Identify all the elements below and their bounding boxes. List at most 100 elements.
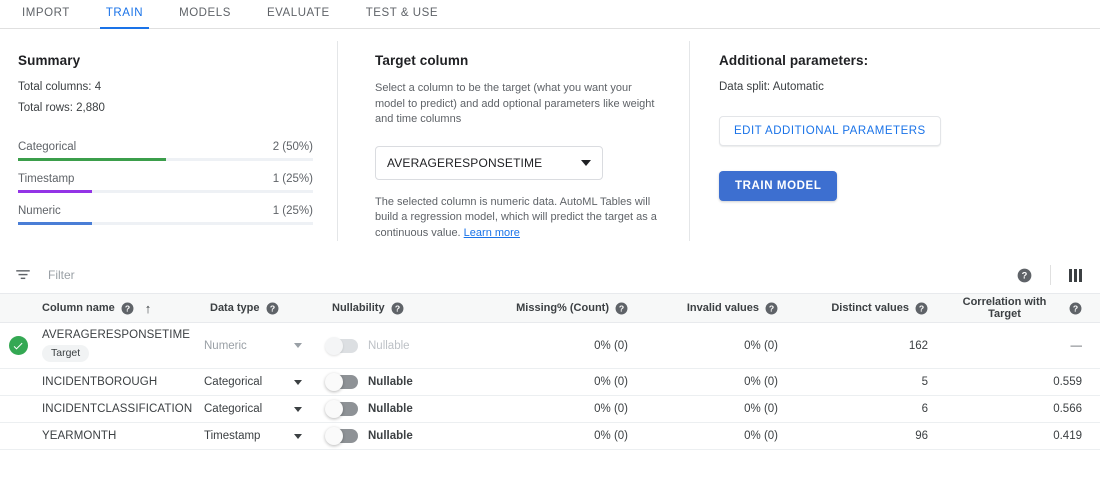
edit-additional-parameters-button[interactable]: EDIT ADDITIONAL PARAMETERS [719, 116, 941, 146]
cell-nullability[interactable]: Nullable [325, 368, 486, 396]
row-target-indicator-cell [0, 422, 36, 450]
table-header-column-name[interactable]: Column name? ↑ [36, 293, 204, 323]
column-type-bars: Categorical 2 (50%) Timestamp 1 (25%) Numeri… [18, 141, 313, 225]
cell-invalid-values-value: 0% (0) [744, 430, 778, 442]
cell-correlation-value: 0.419 [1053, 430, 1082, 442]
tab-evaluate[interactable]: EVALUATE [249, 0, 348, 28]
train-model-button[interactable]: TRAIN MODEL [719, 171, 838, 201]
table-row[interactable]: YEARMONTH Timestamp Nullable 0% (0) 0% (0) 96… [0, 422, 1100, 450]
data-type-value: Categorical [204, 376, 263, 388]
chevron-down-icon[interactable] [294, 343, 302, 348]
chevron-down-icon[interactable] [294, 379, 302, 385]
tab-test-use[interactable]: TEST & USE [348, 0, 456, 28]
columns-table: Column name? ↑ Data type? Nullability? Missi… [0, 293, 1100, 450]
bar-fill [18, 158, 166, 161]
tab-import[interactable]: IMPORT [4, 0, 88, 28]
learn-more-link[interactable]: Learn more [464, 227, 520, 239]
columns-icon[interactable] [1069, 268, 1082, 282]
svg-text:?: ? [1022, 270, 1028, 280]
help-icon[interactable]: ? [391, 302, 404, 315]
toggle-knob [325, 427, 343, 445]
chevron-down-icon[interactable] [294, 433, 302, 439]
bar-fill [18, 190, 92, 193]
tab-train[interactable]: TRAIN [88, 0, 161, 29]
help-icon[interactable]: ? [765, 302, 778, 315]
bar-label: Categorical [18, 141, 77, 153]
cell-data-type[interactable]: Categorical [204, 395, 326, 423]
table-header-distinct-values[interactable]: Distinct values? [796, 293, 946, 323]
cell-missing-value: 0% (0) [594, 403, 628, 415]
cell-nullability[interactable]: Nullable [325, 395, 486, 423]
cell-invalid-values: 0% (0) [646, 368, 796, 396]
help-icon[interactable]: ? [915, 302, 928, 315]
column-type-bar: Timestamp 1 (25%) [18, 173, 313, 193]
cell-distinct-values-value: 5 [921, 376, 928, 388]
top-panels: Summary Total columns: 4 Total rows: 2,8… [0, 29, 1100, 241]
cell-distinct-values: 96 [796, 422, 946, 450]
help-icon[interactable]: ? [1069, 302, 1082, 315]
nullable-label: Nullable [368, 430, 413, 442]
cell-correlation: 0.559 [946, 368, 1100, 396]
column-type-bar: Categorical 2 (50%) [18, 141, 313, 161]
cell-correlation: — [946, 322, 1100, 369]
table-header-invalid-values[interactable]: Invalid values? [646, 293, 796, 323]
cell-nullability[interactable]: Nullable [325, 322, 486, 369]
table-row[interactable]: INCIDENTBOROUGH Categorical Nullable 0% (0)… [0, 368, 1100, 396]
data-type-value: Numeric [204, 339, 247, 352]
column-name-text: AVERAGERESPONSETIME [42, 329, 191, 341]
nullable-label: Nullable [368, 403, 413, 415]
additional-parameters-panel: Additional parameters: Data split: Autom… [690, 41, 1100, 241]
cell-missing: 0% (0) [486, 322, 646, 369]
table-header-nullability[interactable]: Nullability? [326, 293, 486, 323]
table-row[interactable]: AVERAGERESPONSETIME Target Numeric Nullable… [0, 322, 1100, 369]
filter-input[interactable]: Filter [48, 268, 1017, 282]
cell-distinct-values-value: 96 [915, 430, 928, 442]
bar-track [18, 222, 313, 225]
cell-correlation-value: 0.559 [1053, 376, 1082, 388]
cell-distinct-values: 5 [796, 368, 946, 396]
svg-text:?: ? [269, 303, 274, 313]
cell-column-name: AVERAGERESPONSETIME Target [36, 322, 204, 369]
target-column-select[interactable]: AVERAGERESPONSETIME [375, 145, 603, 180]
cell-data-type[interactable]: Categorical [204, 368, 326, 396]
cell-data-type[interactable]: Numeric [204, 322, 326, 369]
chevron-down-icon[interactable] [294, 406, 302, 412]
cell-missing-value: 0% (0) [594, 430, 628, 442]
cell-distinct-values: 162 [796, 322, 946, 369]
nullable-toggle[interactable] [325, 373, 358, 391]
column-name-text: INCIDENTBOROUGH [42, 376, 158, 388]
toolbar-divider [1050, 265, 1051, 285]
table-header-missing-count[interactable]: Missing% (Count)? [486, 293, 646, 323]
help-icon[interactable]: ? [1017, 268, 1032, 283]
table-header-data-type[interactable]: Data type? [204, 293, 326, 323]
cell-column-name: YEARMONTH [36, 422, 204, 450]
cell-missing: 0% (0) [486, 368, 646, 396]
cell-data-type[interactable]: Timestamp [204, 422, 326, 450]
svg-text:?: ? [125, 303, 130, 313]
help-icon[interactable]: ? [121, 302, 134, 315]
cell-nullability[interactable]: Nullable [325, 422, 486, 450]
cell-invalid-values: 0% (0) [646, 395, 796, 423]
svg-text:?: ? [769, 303, 774, 313]
filter-icon[interactable] [14, 266, 32, 284]
table-row[interactable]: INCIDENTCLASSIFICATION Categorical Nullabl… [0, 395, 1100, 423]
nullable-toggle[interactable] [325, 427, 358, 445]
cell-missing: 0% (0) [486, 395, 646, 423]
table-header-label: Data type [210, 302, 260, 314]
table-header-correlation-with-target[interactable]: Correlation with Target? [946, 293, 1100, 323]
nullable-toggle [325, 336, 358, 355]
nullable-toggle[interactable] [325, 400, 358, 418]
svg-text:?: ? [1073, 303, 1078, 313]
data-split-value: Data split: Automatic [719, 81, 824, 93]
help-icon[interactable]: ? [615, 302, 628, 315]
cell-distinct-values: 6 [796, 395, 946, 423]
tab-models[interactable]: MODELS [161, 0, 249, 28]
nullable-label: Nullable [368, 339, 410, 352]
table-header-label: Missing% (Count) [516, 302, 609, 314]
sort-ascending-icon[interactable]: ↑ [145, 302, 152, 315]
help-icon[interactable]: ? [266, 302, 279, 315]
table-header-label: Column name [42, 302, 115, 314]
table-header-select-cell [0, 293, 36, 323]
svg-text:?: ? [619, 303, 624, 313]
bar-value: 1 (25%) [272, 205, 313, 217]
